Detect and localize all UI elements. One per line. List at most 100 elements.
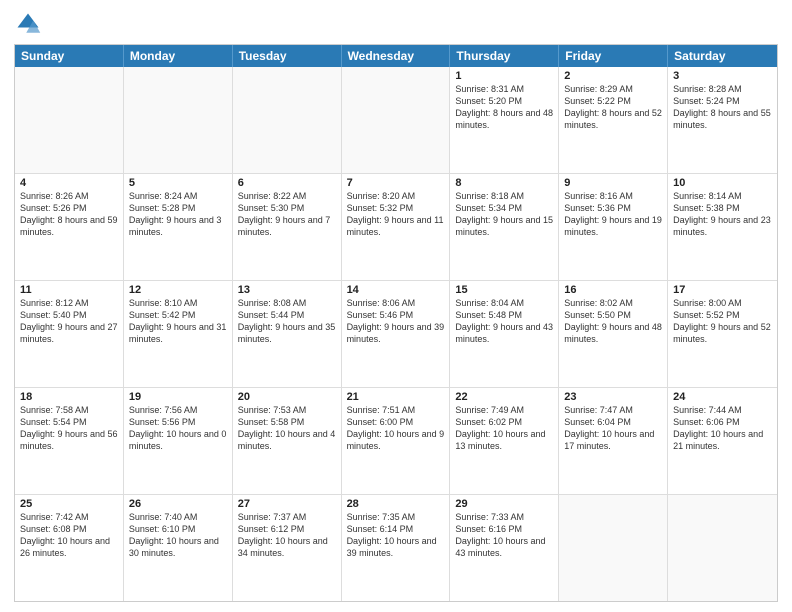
calendar: SundayMondayTuesdayWednesdayThursdayFrid…	[14, 44, 778, 602]
cell-text: Sunrise: 7:35 AM Sunset: 6:14 PM Dayligh…	[347, 511, 445, 560]
day-number: 3	[673, 70, 772, 82]
cell-text: Sunrise: 8:04 AM Sunset: 5:48 PM Dayligh…	[455, 297, 553, 346]
cell-text: Sunrise: 7:53 AM Sunset: 5:58 PM Dayligh…	[238, 404, 336, 453]
calendar-cell: 20Sunrise: 7:53 AM Sunset: 5:58 PM Dayli…	[233, 388, 342, 494]
day-number: 19	[129, 391, 227, 403]
calendar-cell: 28Sunrise: 7:35 AM Sunset: 6:14 PM Dayli…	[342, 495, 451, 601]
cell-text: Sunrise: 7:47 AM Sunset: 6:04 PM Dayligh…	[564, 404, 662, 453]
calendar-cell	[342, 67, 451, 173]
calendar-row: 18Sunrise: 7:58 AM Sunset: 5:54 PM Dayli…	[15, 388, 777, 495]
calendar-cell: 21Sunrise: 7:51 AM Sunset: 6:00 PM Dayli…	[342, 388, 451, 494]
cell-text: Sunrise: 7:58 AM Sunset: 5:54 PM Dayligh…	[20, 404, 118, 453]
calendar-cell: 27Sunrise: 7:37 AM Sunset: 6:12 PM Dayli…	[233, 495, 342, 601]
calendar-cell: 15Sunrise: 8:04 AM Sunset: 5:48 PM Dayli…	[450, 281, 559, 387]
calendar-cell: 26Sunrise: 7:40 AM Sunset: 6:10 PM Dayli…	[124, 495, 233, 601]
logo	[14, 10, 46, 38]
calendar-cell: 13Sunrise: 8:08 AM Sunset: 5:44 PM Dayli…	[233, 281, 342, 387]
calendar-header-cell: Wednesday	[342, 45, 451, 67]
cell-text: Sunrise: 7:40 AM Sunset: 6:10 PM Dayligh…	[129, 511, 227, 560]
cell-text: Sunrise: 8:02 AM Sunset: 5:50 PM Dayligh…	[564, 297, 662, 346]
cell-text: Sunrise: 8:22 AM Sunset: 5:30 PM Dayligh…	[238, 190, 336, 239]
calendar-cell: 23Sunrise: 7:47 AM Sunset: 6:04 PM Dayli…	[559, 388, 668, 494]
day-number: 18	[20, 391, 118, 403]
header	[14, 10, 778, 38]
calendar-header-cell: Saturday	[668, 45, 777, 67]
cell-text: Sunrise: 8:14 AM Sunset: 5:38 PM Dayligh…	[673, 190, 772, 239]
day-number: 11	[20, 284, 118, 296]
calendar-row: 25Sunrise: 7:42 AM Sunset: 6:08 PM Dayli…	[15, 495, 777, 601]
calendar-row: 4Sunrise: 8:26 AM Sunset: 5:26 PM Daylig…	[15, 174, 777, 281]
cell-text: Sunrise: 8:12 AM Sunset: 5:40 PM Dayligh…	[20, 297, 118, 346]
day-number: 8	[455, 177, 553, 189]
day-number: 2	[564, 70, 662, 82]
day-number: 29	[455, 498, 553, 510]
calendar-cell: 16Sunrise: 8:02 AM Sunset: 5:50 PM Dayli…	[559, 281, 668, 387]
cell-text: Sunrise: 8:00 AM Sunset: 5:52 PM Dayligh…	[673, 297, 772, 346]
day-number: 20	[238, 391, 336, 403]
cell-text: Sunrise: 8:26 AM Sunset: 5:26 PM Dayligh…	[20, 190, 118, 239]
cell-text: Sunrise: 7:42 AM Sunset: 6:08 PM Dayligh…	[20, 511, 118, 560]
day-number: 13	[238, 284, 336, 296]
cell-text: Sunrise: 7:51 AM Sunset: 6:00 PM Dayligh…	[347, 404, 445, 453]
calendar-cell: 19Sunrise: 7:56 AM Sunset: 5:56 PM Dayli…	[124, 388, 233, 494]
calendar-row: 11Sunrise: 8:12 AM Sunset: 5:40 PM Dayli…	[15, 281, 777, 388]
day-number: 16	[564, 284, 662, 296]
calendar-cell: 6Sunrise: 8:22 AM Sunset: 5:30 PM Daylig…	[233, 174, 342, 280]
day-number: 24	[673, 391, 772, 403]
calendar-cell: 10Sunrise: 8:14 AM Sunset: 5:38 PM Dayli…	[668, 174, 777, 280]
calendar-cell: 17Sunrise: 8:00 AM Sunset: 5:52 PM Dayli…	[668, 281, 777, 387]
calendar-header-cell: Thursday	[450, 45, 559, 67]
page: SundayMondayTuesdayWednesdayThursdayFrid…	[0, 0, 792, 612]
calendar-cell	[124, 67, 233, 173]
day-number: 12	[129, 284, 227, 296]
logo-icon	[14, 10, 42, 38]
calendar-header-cell: Monday	[124, 45, 233, 67]
cell-text: Sunrise: 8:28 AM Sunset: 5:24 PM Dayligh…	[673, 83, 772, 132]
day-number: 4	[20, 177, 118, 189]
cell-text: Sunrise: 7:49 AM Sunset: 6:02 PM Dayligh…	[455, 404, 553, 453]
calendar-cell: 18Sunrise: 7:58 AM Sunset: 5:54 PM Dayli…	[15, 388, 124, 494]
calendar-cell: 3Sunrise: 8:28 AM Sunset: 5:24 PM Daylig…	[668, 67, 777, 173]
day-number: 9	[564, 177, 662, 189]
cell-text: Sunrise: 8:29 AM Sunset: 5:22 PM Dayligh…	[564, 83, 662, 132]
calendar-cell: 14Sunrise: 8:06 AM Sunset: 5:46 PM Dayli…	[342, 281, 451, 387]
calendar-cell	[15, 67, 124, 173]
cell-text: Sunrise: 8:31 AM Sunset: 5:20 PM Dayligh…	[455, 83, 553, 132]
cell-text: Sunrise: 7:37 AM Sunset: 6:12 PM Dayligh…	[238, 511, 336, 560]
calendar-header-cell: Sunday	[15, 45, 124, 67]
calendar-cell: 25Sunrise: 7:42 AM Sunset: 6:08 PM Dayli…	[15, 495, 124, 601]
day-number: 22	[455, 391, 553, 403]
day-number: 14	[347, 284, 445, 296]
day-number: 27	[238, 498, 336, 510]
day-number: 17	[673, 284, 772, 296]
calendar-body: 1Sunrise: 8:31 AM Sunset: 5:20 PM Daylig…	[15, 67, 777, 601]
cell-text: Sunrise: 8:20 AM Sunset: 5:32 PM Dayligh…	[347, 190, 445, 239]
cell-text: Sunrise: 8:18 AM Sunset: 5:34 PM Dayligh…	[455, 190, 553, 239]
calendar-row: 1Sunrise: 8:31 AM Sunset: 5:20 PM Daylig…	[15, 67, 777, 174]
calendar-cell: 4Sunrise: 8:26 AM Sunset: 5:26 PM Daylig…	[15, 174, 124, 280]
calendar-cell: 24Sunrise: 7:44 AM Sunset: 6:06 PM Dayli…	[668, 388, 777, 494]
cell-text: Sunrise: 7:56 AM Sunset: 5:56 PM Dayligh…	[129, 404, 227, 453]
calendar-cell: 22Sunrise: 7:49 AM Sunset: 6:02 PM Dayli…	[450, 388, 559, 494]
calendar-cell: 12Sunrise: 8:10 AM Sunset: 5:42 PM Dayli…	[124, 281, 233, 387]
day-number: 10	[673, 177, 772, 189]
cell-text: Sunrise: 8:10 AM Sunset: 5:42 PM Dayligh…	[129, 297, 227, 346]
calendar-cell: 9Sunrise: 8:16 AM Sunset: 5:36 PM Daylig…	[559, 174, 668, 280]
calendar-cell	[559, 495, 668, 601]
calendar-cell: 2Sunrise: 8:29 AM Sunset: 5:22 PM Daylig…	[559, 67, 668, 173]
day-number: 7	[347, 177, 445, 189]
day-number: 26	[129, 498, 227, 510]
calendar-cell	[668, 495, 777, 601]
calendar-cell: 8Sunrise: 8:18 AM Sunset: 5:34 PM Daylig…	[450, 174, 559, 280]
calendar-header-row: SundayMondayTuesdayWednesdayThursdayFrid…	[15, 45, 777, 67]
calendar-cell: 11Sunrise: 8:12 AM Sunset: 5:40 PM Dayli…	[15, 281, 124, 387]
day-number: 21	[347, 391, 445, 403]
calendar-header-cell: Tuesday	[233, 45, 342, 67]
calendar-cell: 5Sunrise: 8:24 AM Sunset: 5:28 PM Daylig…	[124, 174, 233, 280]
day-number: 1	[455, 70, 553, 82]
day-number: 25	[20, 498, 118, 510]
day-number: 5	[129, 177, 227, 189]
day-number: 6	[238, 177, 336, 189]
day-number: 28	[347, 498, 445, 510]
calendar-cell: 29Sunrise: 7:33 AM Sunset: 6:16 PM Dayli…	[450, 495, 559, 601]
